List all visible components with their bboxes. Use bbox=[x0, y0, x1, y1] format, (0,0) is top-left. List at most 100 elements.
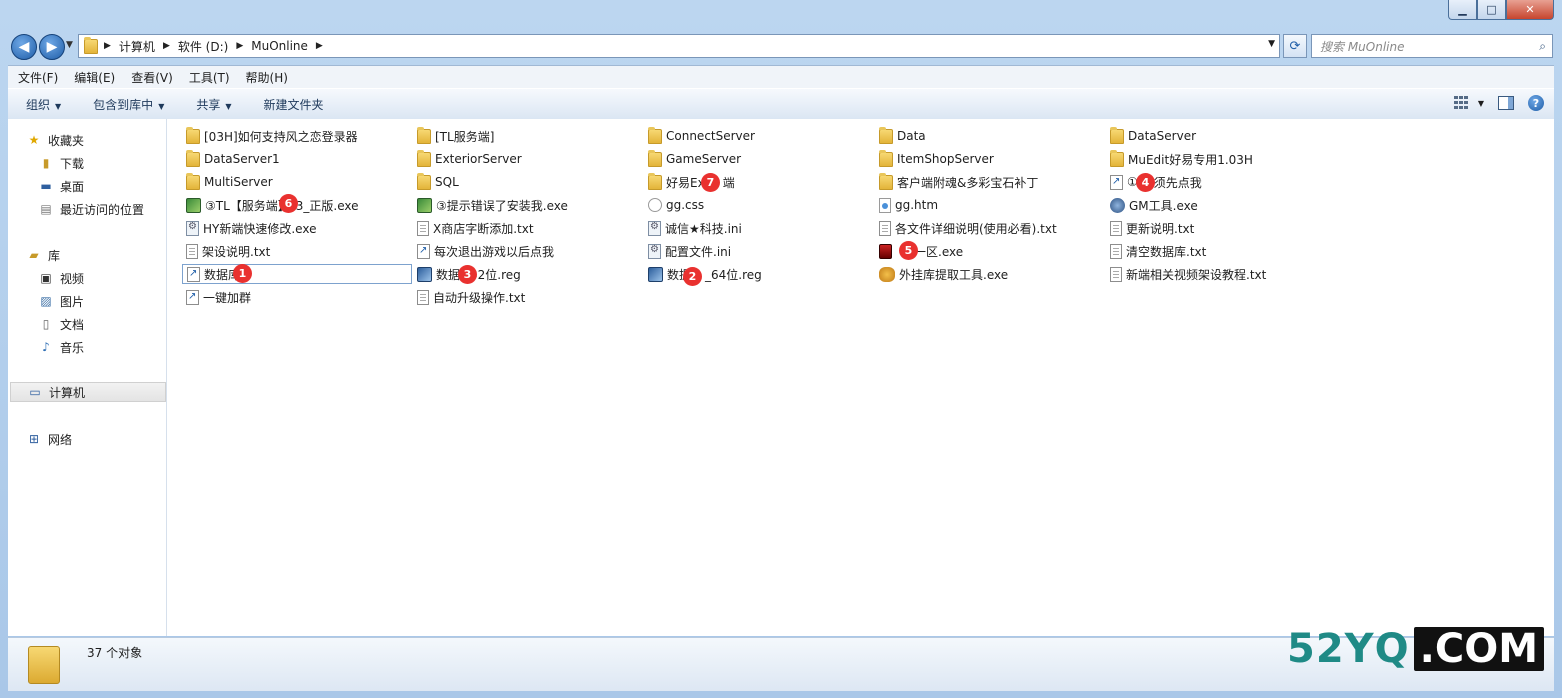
menu-help[interactable]: 帮助(H) bbox=[236, 69, 294, 86]
include-library-button[interactable]: 包含到库中 ▼ bbox=[75, 96, 178, 113]
breadcrumb-muonline[interactable]: MuOnline bbox=[245, 39, 314, 53]
breadcrumb-separator-icon[interactable]: ▶ bbox=[234, 41, 245, 51]
desktop-icon: ▬ bbox=[40, 179, 52, 193]
file-name: 诚信★科技.ini bbox=[665, 221, 742, 236]
application-icon bbox=[186, 197, 201, 213]
list-item[interactable]: gg.htm bbox=[879, 195, 1107, 215]
menu-tools[interactable]: 工具(T) bbox=[179, 69, 236, 86]
refresh-button[interactable]: ⟳ bbox=[1283, 34, 1307, 58]
list-item[interactable]: MuEdit好易专用1.03H bbox=[1110, 149, 1338, 169]
new-folder-button[interactable]: 新建文件夹 bbox=[246, 96, 338, 113]
list-item[interactable]: 配置文件.ini bbox=[648, 241, 876, 261]
list-item[interactable]: DataServer1 bbox=[186, 149, 414, 169]
list-item[interactable]: 各文件详细说明(使用必看).txt bbox=[879, 218, 1107, 238]
change-view-button[interactable]: ▼ bbox=[1453, 96, 1484, 110]
navigation-bar: ◀ ▶ ▼ ▶ 计算机 ▶ 软件 (D:) ▶ MuOnline ▶ ▼ ⟳ 搜… bbox=[0, 30, 1562, 60]
preview-pane-icon[interactable] bbox=[1498, 96, 1514, 110]
list-item[interactable]: 自动升级操作.txt bbox=[417, 287, 645, 307]
menu-bar: 文件(F) 编辑(E) 查看(V) 工具(T) 帮助(H) bbox=[8, 65, 1554, 88]
sidebar-item-label: 视频 bbox=[60, 271, 85, 286]
file-name: [03H]如何支持风之恋登录器 bbox=[204, 129, 358, 144]
sidebar-item-network[interactable]: ⊞ 网络 bbox=[26, 429, 182, 449]
list-item[interactable]: GameServer bbox=[648, 149, 876, 169]
list-item[interactable]: 更新说明.txt bbox=[1110, 218, 1338, 238]
sidebar-item-label: 网络 bbox=[48, 432, 73, 447]
list-item[interactable]: 诚信★科技.ini bbox=[648, 218, 876, 238]
list-item-selected[interactable]: 数据库 bbox=[182, 264, 412, 284]
list-item[interactable]: HY新端快速修改.exe bbox=[186, 218, 414, 238]
list-item[interactable]: 一键加群 bbox=[186, 287, 414, 307]
list-item[interactable]: 外挂库提取工具.exe bbox=[879, 264, 1107, 284]
list-item[interactable]: gg.css bbox=[648, 195, 876, 215]
address-dropdown-icon[interactable]: ▼ bbox=[1268, 39, 1275, 49]
list-item[interactable]: 客户端附魂&多彩宝石补丁 bbox=[879, 172, 1107, 192]
sidebar-item-computer[interactable]: ▭ 计算机 bbox=[10, 382, 166, 402]
settings-file-icon bbox=[186, 220, 199, 236]
file-name: MultiServer bbox=[204, 175, 273, 189]
breadcrumb-drive[interactable]: 软件 (D:) bbox=[172, 38, 234, 55]
organize-button[interactable]: 组织 ▼ bbox=[8, 96, 75, 113]
list-item[interactable]: Data bbox=[879, 126, 1107, 146]
list-item[interactable]: [TL服务端] bbox=[417, 126, 645, 146]
organize-label: 组织 bbox=[26, 97, 51, 112]
list-item[interactable]: GM工具.exe bbox=[1110, 195, 1338, 215]
breadcrumb-separator-icon[interactable]: ▶ bbox=[314, 41, 325, 51]
extraction-tool-icon bbox=[879, 266, 895, 282]
folder-icon bbox=[186, 149, 200, 167]
address-bar[interactable]: ▶ 计算机 ▶ 软件 (D:) ▶ MuOnline ▶ ▼ bbox=[78, 34, 1280, 58]
menu-view[interactable]: 查看(V) bbox=[121, 69, 179, 86]
sidebar-item-libraries[interactable]: ▰ 库 bbox=[26, 245, 182, 265]
folder-icon bbox=[1110, 149, 1124, 167]
breadcrumb-separator-icon[interactable]: ▶ bbox=[102, 41, 113, 51]
file-name: ExteriorServer bbox=[435, 152, 522, 166]
downloads-folder-icon: ▮ bbox=[42, 156, 50, 170]
documents-icon: ▯ bbox=[42, 317, 50, 331]
chevron-down-icon: ▼ bbox=[158, 101, 165, 111]
annotation-badge: 3 bbox=[458, 265, 477, 284]
close-button[interactable]: ✕ bbox=[1506, 0, 1554, 20]
list-item[interactable]: DataServer bbox=[1110, 126, 1338, 146]
list-item[interactable]: ③提示错误了安装我.exe bbox=[417, 195, 645, 215]
sidebar-item-label: 最近访问的位置 bbox=[60, 202, 145, 217]
file-name: 架设说明.txt bbox=[202, 244, 271, 259]
list-item[interactable]: 数据 32位.reg bbox=[417, 264, 645, 284]
list-item[interactable]: 好易Ex 端 bbox=[648, 172, 876, 192]
list-item[interactable]: SQL bbox=[417, 172, 645, 192]
file-name: Data bbox=[897, 129, 926, 143]
view-icon bbox=[1453, 96, 1470, 110]
list-item[interactable]: ExteriorServer bbox=[417, 149, 645, 169]
maximize-button[interactable]: □ bbox=[1477, 0, 1506, 20]
file-name: 客户端附魂&多彩宝石补丁 bbox=[897, 175, 1039, 190]
command-bar: 组织 ▼ 包含到库中 ▼ 共享 ▼ 新建文件夹 ▼ ? bbox=[8, 88, 1554, 120]
list-item[interactable]: 新端相关视频架设教程.txt bbox=[1110, 264, 1338, 284]
list-item[interactable]: ③TL【服务端】 3_正版.exe bbox=[186, 195, 414, 215]
file-name: gg.htm bbox=[895, 198, 939, 212]
search-input[interactable]: 搜索 MuOnline bbox=[1312, 38, 1539, 55]
file-name: [TL服务端] bbox=[435, 129, 495, 144]
pictures-icon: ▨ bbox=[40, 294, 52, 308]
sidebar-item-favorites[interactable]: ★ 收藏夹 bbox=[26, 130, 182, 150]
search-box[interactable]: 搜索 MuOnline ⌕ bbox=[1311, 34, 1553, 58]
share-button[interactable]: 共享 ▼ bbox=[178, 96, 245, 113]
file-name-tail: 须先点我 bbox=[1153, 175, 1202, 190]
list-item[interactable]: [03H]如何支持风之恋登录器 bbox=[186, 126, 414, 146]
list-item[interactable]: ConnectServer bbox=[648, 126, 876, 146]
breadcrumb-computer[interactable]: 计算机 bbox=[113, 38, 161, 55]
list-item[interactable]: MultiServer bbox=[186, 172, 414, 192]
file-name: ③提示错误了安装我.exe bbox=[436, 198, 568, 213]
menu-file[interactable]: 文件(F) bbox=[8, 69, 64, 86]
recent-pages-dropdown-icon[interactable]: ▼ bbox=[66, 40, 73, 50]
annotation-badge: 1 bbox=[233, 264, 252, 283]
list-item[interactable]: 架设说明.txt bbox=[186, 241, 414, 261]
forward-button[interactable]: ▶ bbox=[39, 34, 65, 60]
minimize-button[interactable]: ▁ bbox=[1448, 0, 1477, 20]
menu-edit[interactable]: 编辑(E) bbox=[64, 69, 121, 86]
list-item[interactable]: 每次退出游戏以后点我 bbox=[417, 241, 645, 261]
back-button[interactable]: ◀ bbox=[11, 34, 37, 60]
help-icon[interactable]: ? bbox=[1528, 95, 1544, 111]
sidebar-item-label: 音乐 bbox=[60, 340, 85, 355]
list-item[interactable]: 清空数据库.txt bbox=[1110, 241, 1338, 261]
list-item[interactable]: X商店字断添加.txt bbox=[417, 218, 645, 238]
breadcrumb-separator-icon[interactable]: ▶ bbox=[161, 41, 172, 51]
list-item[interactable]: ItemShopServer bbox=[879, 149, 1107, 169]
